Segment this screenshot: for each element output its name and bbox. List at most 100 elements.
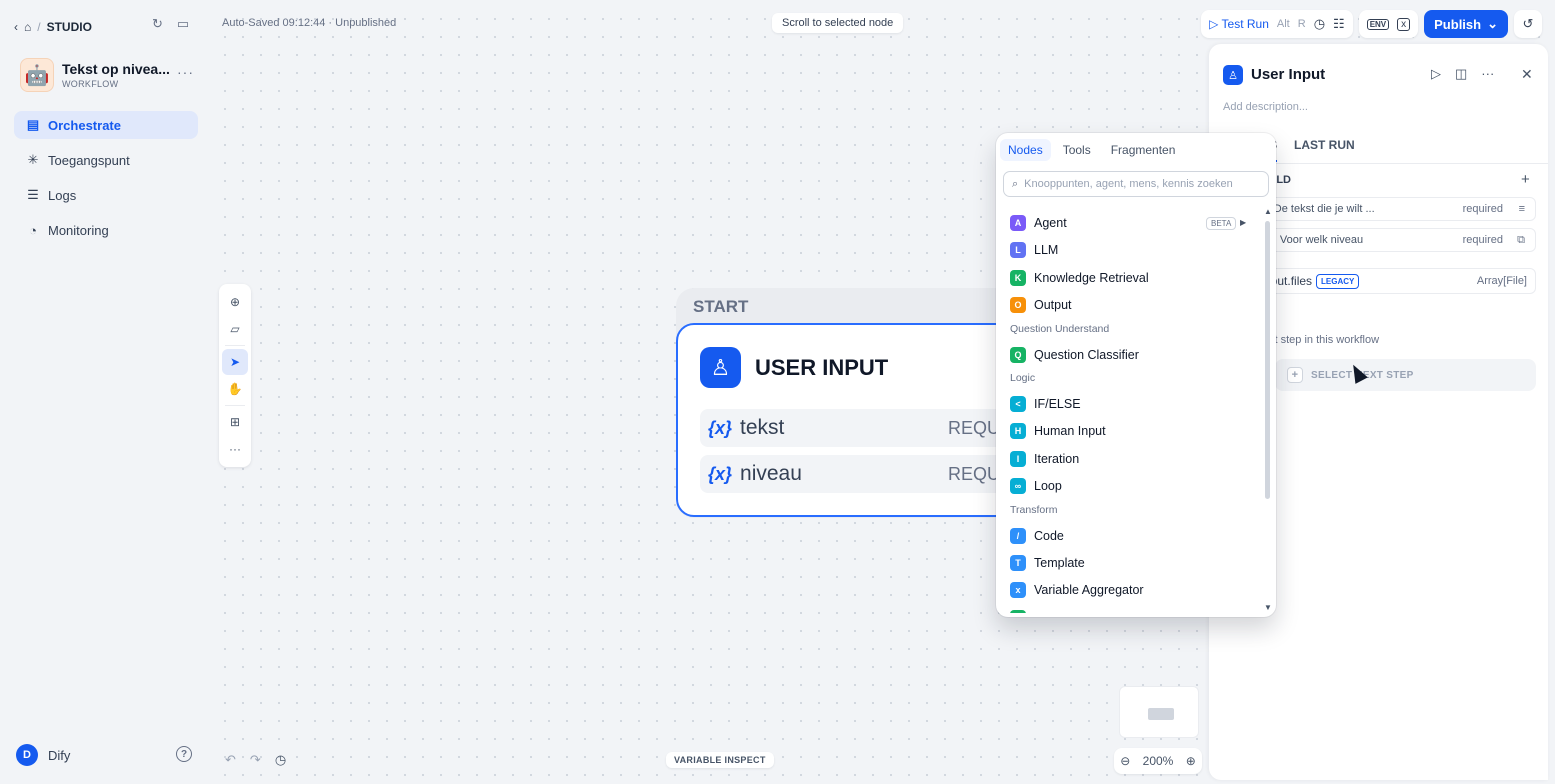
node-list: A Agent BETA ▶ L LLM K Knowledge Retrieval O Outp… (996, 209, 1262, 613)
add-note-icon[interactable]: ▱ (222, 316, 248, 342)
scroll-up-icon[interactable]: ▲ (1264, 207, 1272, 216)
shortcut-alt: Alt (1276, 18, 1290, 30)
variable-icon: {x} (708, 417, 733, 438)
checklist-icon[interactable]: ☷ (1333, 16, 1345, 32)
node-item[interactable]: T Template (1010, 555, 1250, 571)
layout-icon: ▤ (26, 117, 40, 132)
undo-icon[interactable]: ↶ (225, 752, 236, 768)
redo-icon[interactable]: ↷ (250, 752, 261, 768)
help-icon[interactable]: ? (176, 746, 192, 762)
node-type-icon: K (1010, 269, 1026, 286)
field-desc: Voor welk niveau (1279, 234, 1364, 246)
legacy-badge: LEGACY (1316, 273, 1360, 289)
minimap[interactable] (1119, 686, 1199, 738)
hand-icon[interactable]: ✋ (222, 376, 248, 402)
node-item-label: Code (1034, 528, 1064, 543)
split-view-icon[interactable]: ◫ (1455, 66, 1467, 82)
node-item[interactable]: < IF/ELSE (1010, 396, 1250, 412)
sidebar-nav: ▤ Orchestrate ✳ Toegangspunt ☰ Logs ◔ Mo… (14, 111, 198, 251)
variable-name: niveau (740, 462, 802, 485)
run-history-icon[interactable]: ◷ (1314, 16, 1325, 32)
node-group-label: Question Understand (1010, 322, 1110, 335)
node-item-label: Human Input (1034, 424, 1106, 439)
sidebar-item-logs[interactable]: ☰ Logs (14, 181, 198, 209)
run-node-icon[interactable]: ▷ (1431, 66, 1441, 82)
node-item[interactable]: ∞ Loop (1010, 478, 1250, 495)
refresh-icon[interactable]: ↻ (152, 16, 163, 32)
env-variables-icon[interactable]: ENV (1366, 18, 1390, 30)
scroll-down-icon[interactable]: ▼ (1264, 603, 1272, 612)
node-item[interactable]: K Knowledge Retrieval (1010, 269, 1250, 286)
test-run-button[interactable]: ▷ Test Run (1209, 17, 1269, 31)
close-icon[interactable]: ✕ (1521, 66, 1533, 83)
sidebar-item-label: Monitoring (48, 222, 109, 238)
node-item[interactable]: I Iteration (1010, 450, 1250, 467)
tab-last-run[interactable]: LAST RUN (1294, 138, 1355, 152)
conversation-variables-icon[interactable]: x (1397, 17, 1411, 31)
node-item[interactable]: x Variable Aggregator (1010, 582, 1250, 599)
node-item[interactable]: / Code (1010, 527, 1250, 544)
undo-redo-bar: ↶ ↷ ◷ (219, 748, 292, 772)
tab-nodes[interactable]: Nodes (1000, 139, 1051, 161)
scroll-to-selected-button[interactable]: Scroll to selected node (772, 13, 904, 33)
node-item-label: LLM (1034, 243, 1059, 258)
canvas-tools: ⊕ ▱ ➤ ✋ ⊞ ··· (219, 284, 251, 467)
zoom-out-icon[interactable]: ⊖ (1120, 754, 1130, 768)
pointer-icon[interactable]: ➤ (222, 349, 248, 375)
more-icon[interactable]: ··· (1481, 66, 1494, 82)
breadcrumb-studio[interactable]: STUDIO (47, 20, 92, 34)
user-account[interactable]: D Dify ? (16, 744, 196, 766)
node-type-icon: T (1010, 555, 1026, 571)
node-item[interactable]: L LLM (1010, 242, 1250, 259)
sidebar-item-label: Toegangspunt (48, 152, 130, 168)
variable-name: tekst (740, 416, 785, 439)
add-field-icon[interactable]: + (1521, 171, 1530, 188)
sidebar-item-toegangspunt[interactable]: ✳ Toegangspunt (14, 146, 198, 174)
home-icon[interactable]: ⌂ (24, 20, 31, 34)
more-tools-icon[interactable]: ··· (222, 436, 248, 462)
node-type-icon: O (1010, 297, 1026, 314)
node-item[interactable]: O Output (1010, 297, 1250, 314)
version-history-icon[interactable]: ↺ (1514, 10, 1542, 38)
publish-button[interactable]: Publish ⌄ (1424, 10, 1508, 38)
scrollbar[interactable] (1265, 221, 1270, 499)
select-next-step-button[interactable]: + SELECT NEXT STEP (1275, 359, 1536, 391)
sidebar-item-orchestrate[interactable]: ▤ Orchestrate (14, 111, 198, 139)
add-node-icon[interactable]: ⊕ (222, 289, 248, 315)
tab-tools[interactable]: Tools (1055, 139, 1099, 161)
tab-fragmenten[interactable]: Fragmenten (1103, 139, 1184, 161)
paragraph-icon: ≡ (1518, 203, 1525, 215)
node-item-label: Iteration (1034, 451, 1080, 466)
node-item[interactable]: Q Question Classifier (1010, 346, 1250, 363)
node-type-icon: I (1010, 450, 1026, 467)
panel-title[interactable]: User Input (1251, 66, 1325, 83)
app-header[interactable]: 🤖 Tekst op nivea... WORKFLOW ··· (20, 58, 200, 92)
node-item-label: Question Classifier (1034, 347, 1139, 362)
node-item[interactable]: D Doc Extractor (1010, 609, 1250, 613)
description-input[interactable]: Add description... (1223, 101, 1308, 113)
app-more-icon[interactable]: ··· (177, 64, 194, 80)
search-field: ⌕ (1003, 171, 1269, 197)
zoom-level[interactable]: 200% (1143, 754, 1174, 768)
app-type: WORKFLOW (62, 79, 119, 89)
plus-icon: + (1287, 367, 1303, 383)
history-icon[interactable]: ◷ (275, 752, 286, 768)
node-title: USER INPUT (755, 355, 889, 380)
sidebar-item-monitoring[interactable]: ◔ Monitoring (14, 216, 198, 244)
variable-required: REQU (948, 417, 1001, 438)
search-input[interactable] (1024, 178, 1257, 190)
app-name: Tekst op nivea... (62, 61, 170, 77)
sidebar-collapse-icon[interactable]: ▭ (177, 16, 189, 32)
back-chevron-icon[interactable]: ‹ (14, 20, 18, 34)
publish-label: Publish (1434, 16, 1482, 32)
node-item-label: Doc Extractor (1034, 611, 1110, 613)
gauge-icon: ◔ (29, 222, 37, 238)
organize-icon[interactable]: ⊞ (222, 409, 248, 435)
submenu-arrow-icon[interactable]: ▶ (1240, 218, 1246, 227)
variable-inspect-button[interactable]: VARIABLE INSPECT (666, 752, 774, 768)
next-step-desc: xt step in this workflow (1269, 334, 1380, 346)
zoom-in-icon[interactable]: ⊕ (1186, 754, 1196, 768)
node-item[interactable]: H Human Input (1010, 423, 1250, 440)
beta-badge: BETA (1206, 217, 1237, 230)
test-run-group: ▷ Test Run Alt R ◷ ☷ (1201, 10, 1353, 38)
